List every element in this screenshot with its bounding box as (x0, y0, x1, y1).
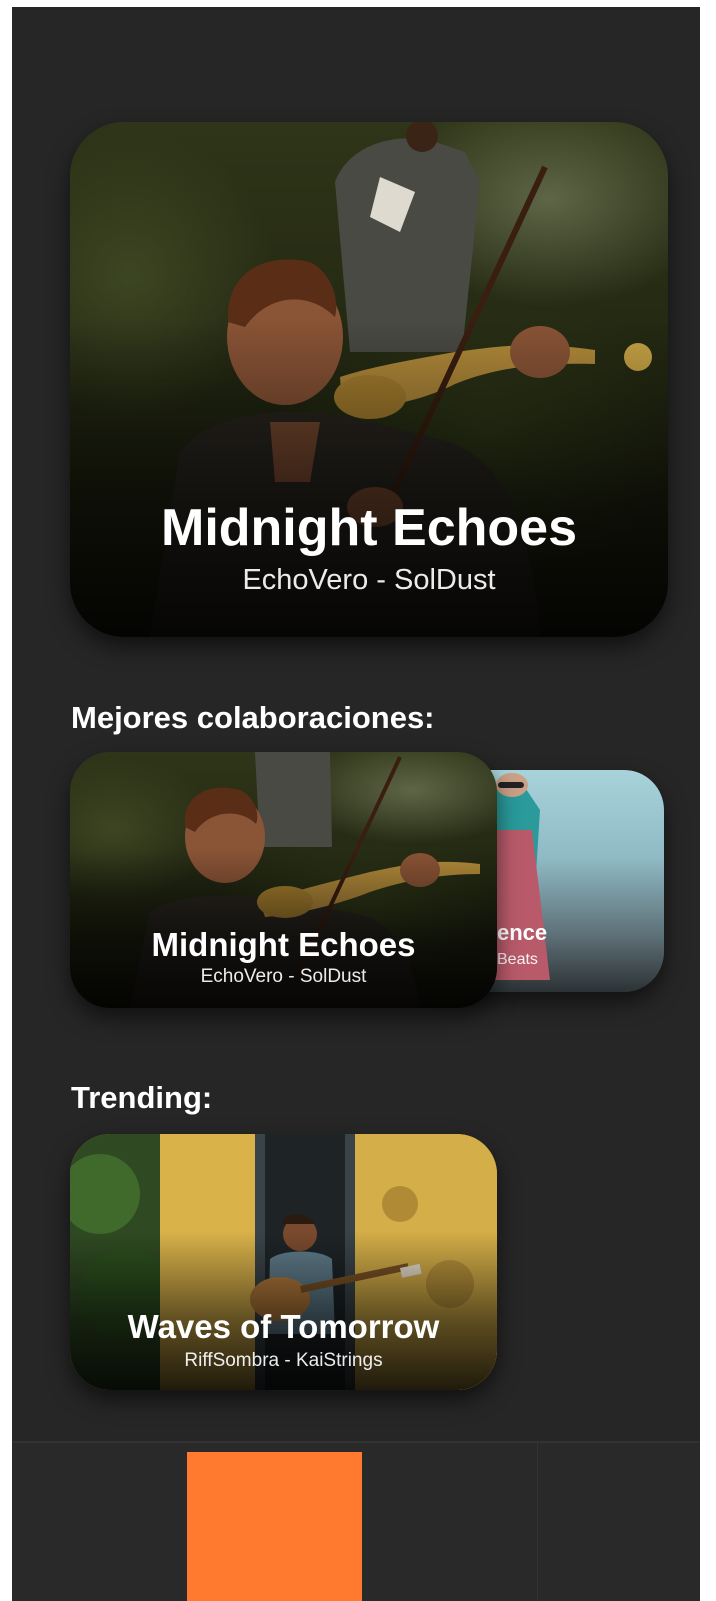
featured-track-artists: EchoVero - SolDust (242, 564, 496, 596)
collaboration-title-2: ence (497, 920, 548, 945)
nav-active-indicator (187, 1452, 362, 1601)
collaboration-artists-2: Beats (497, 951, 538, 968)
trending-title-1: Waves of Tomorrow (127, 1308, 440, 1345)
app-screen: Midnight Echoes EchoVero - SolDust Mejor… (12, 7, 700, 1601)
nav-item-2-active[interactable] (187, 1443, 362, 1601)
collaborations-heading: Mejores colaboraciones: (71, 700, 435, 735)
trending-info-1: Waves of Tomorrow RiffSombra - KaiString… (70, 1310, 497, 1370)
featured-track-card[interactable]: Midnight Echoes EchoVero - SolDust (70, 122, 668, 637)
nav-item-1[interactable] (12, 1443, 187, 1601)
collaboration-info-1: Midnight Echoes EchoVero - SolDust (70, 928, 497, 986)
featured-track-info: Midnight Echoes EchoVero - SolDust (70, 502, 668, 595)
trending-heading: Trending: (71, 1080, 213, 1115)
nav-item-3[interactable] (362, 1443, 538, 1601)
collaboration-card-1[interactable]: Midnight Echoes EchoVero - SolDust (70, 752, 497, 1008)
trending-artists-1: RiffSombra - KaiStrings (184, 1350, 383, 1371)
bottom-navigation (12, 1441, 700, 1601)
collaboration-info-2: ence Beats (497, 922, 664, 968)
collaboration-title-1: Midnight Echoes (151, 926, 416, 963)
trending-card-1[interactable]: Waves of Tomorrow RiffSombra - KaiString… (70, 1134, 497, 1390)
featured-track-title: Midnight Echoes (161, 499, 577, 557)
collaboration-artists-1: EchoVero - SolDust (200, 966, 367, 987)
nav-item-4[interactable] (538, 1443, 700, 1601)
